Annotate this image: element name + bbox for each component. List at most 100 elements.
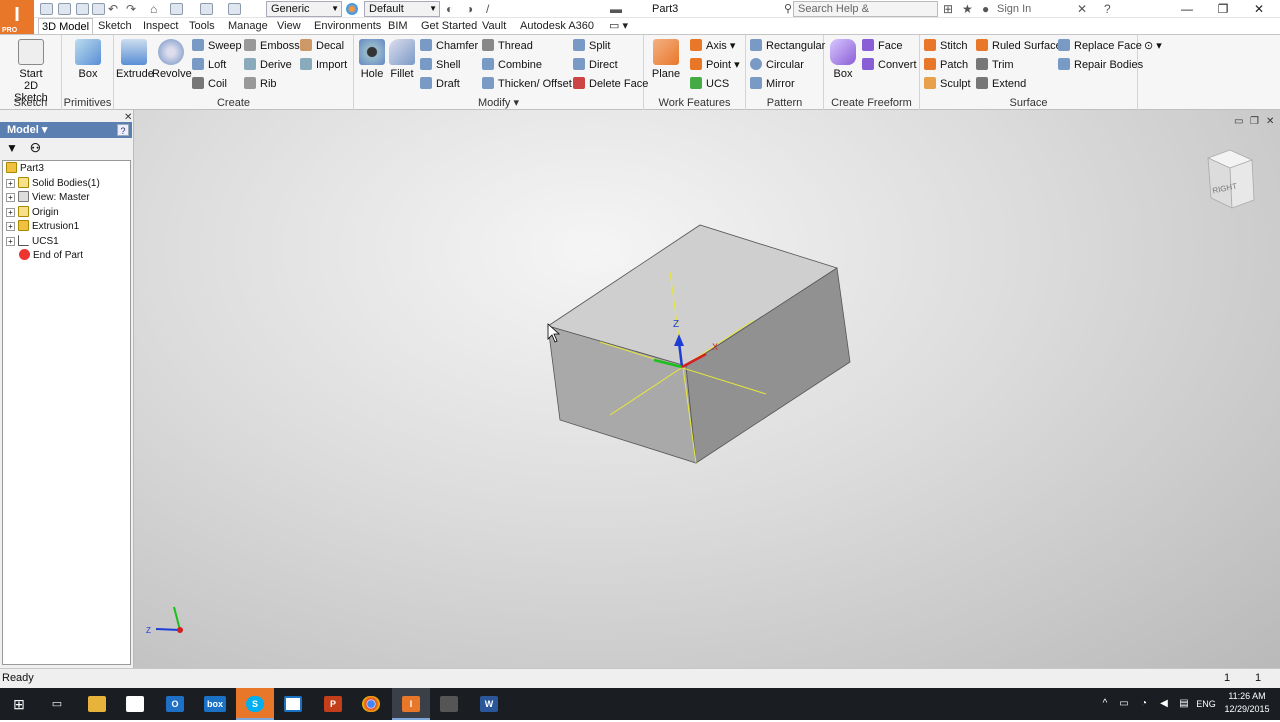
- expand-icon[interactable]: +: [6, 237, 15, 246]
- start-2d-sketch-button[interactable]: Start 2D Sketch: [8, 39, 54, 104]
- application-menu-button[interactable]: I PRO: [0, 0, 34, 36]
- shell-button[interactable]: Shell: [420, 56, 460, 74]
- tree-node-part[interactable]: Part3: [6, 162, 44, 176]
- convert-button[interactable]: Convert: [862, 56, 917, 74]
- start-button[interactable]: ⊞: [0, 688, 38, 720]
- tab-3d-model[interactable]: 3D Model: [38, 18, 94, 34]
- tree-node-extrusion[interactable]: + Extrusion1: [6, 220, 79, 234]
- select-icon[interactable]: [200, 3, 213, 15]
- ribbon-expand-icon[interactable]: ⊙ ▾: [1144, 37, 1162, 55]
- ribbon-options-icon[interactable]: ▭ ▾: [606, 18, 631, 34]
- taskbar-word[interactable]: W: [470, 688, 508, 720]
- expand-icon[interactable]: +: [6, 222, 15, 231]
- undo-icon[interactable]: ↶: [108, 2, 118, 16]
- tree-node-ucs[interactable]: + UCS1: [6, 235, 59, 249]
- combine-button[interactable]: Combine: [482, 56, 542, 74]
- properties-icon[interactable]: [170, 3, 183, 15]
- sweep-button[interactable]: Sweep: [192, 37, 242, 55]
- taskbar-window[interactable]: [274, 688, 312, 720]
- derive-button[interactable]: Derive: [244, 56, 292, 74]
- find-icon[interactable]: ⚇: [30, 141, 41, 155]
- taskbar-powerpoint[interactable]: P: [314, 688, 352, 720]
- browser-header[interactable]: Model ▾: [0, 122, 132, 138]
- tree-node-origin[interactable]: + Origin: [6, 206, 59, 220]
- home-icon[interactable]: ⌂: [150, 2, 157, 16]
- search-input[interactable]: Search Help & Commands...: [793, 1, 938, 29]
- tree-node-solid-bodies[interactable]: + Solid Bodies(1): [6, 177, 100, 191]
- battery-icon[interactable]: ▭: [1114, 688, 1134, 720]
- tab-manage[interactable]: Manage: [225, 18, 271, 34]
- tab-get-started[interactable]: Get Started: [418, 18, 480, 34]
- stitch-button[interactable]: Stitch: [924, 37, 968, 55]
- replace-face-button[interactable]: Replace Face: [1058, 37, 1142, 55]
- taskbar-inventor[interactable]: I: [392, 688, 430, 720]
- taskbar-store[interactable]: [116, 688, 154, 720]
- return-icon[interactable]: [92, 3, 105, 15]
- new-file-icon[interactable]: [40, 3, 53, 15]
- decal-button[interactable]: Decal: [300, 37, 344, 55]
- tab-inspect[interactable]: Inspect: [140, 18, 181, 34]
- expand-icon[interactable]: +: [6, 193, 15, 202]
- box-button[interactable]: Box: [72, 39, 104, 80]
- hole-button[interactable]: Hole: [357, 39, 387, 80]
- draft-button[interactable]: Draft: [420, 75, 460, 93]
- taskbar-app[interactable]: [430, 688, 468, 720]
- volume-icon[interactable]: ◀: [1154, 688, 1174, 720]
- task-view-button[interactable]: ▭: [38, 688, 76, 720]
- direct-button[interactable]: Direct: [573, 56, 618, 74]
- thread-button[interactable]: Thread: [482, 37, 533, 55]
- rib-button[interactable]: Rib: [244, 75, 277, 93]
- update-icon[interactable]: [228, 3, 241, 15]
- redo-icon[interactable]: ↷: [126, 2, 136, 16]
- user-icon[interactable]: ●: [982, 2, 989, 16]
- taskbar-clock[interactable]: 11:26 AM 12/29/2015: [1222, 690, 1272, 716]
- binoculars-icon[interactable]: ⊞: [943, 2, 953, 16]
- ucs-button[interactable]: UCS: [690, 75, 729, 93]
- measure-icon[interactable]: /: [486, 2, 489, 16]
- loft-button[interactable]: Loft: [192, 56, 226, 74]
- language-indicator[interactable]: ENG: [1194, 688, 1218, 720]
- taskbar-skype[interactable]: S: [236, 688, 274, 720]
- tab-sketch[interactable]: Sketch: [95, 18, 135, 34]
- delete-face-button[interactable]: Delete Face: [573, 75, 648, 93]
- thicken-offset-button[interactable]: Thicken/ Offset: [482, 75, 572, 93]
- customize-toolbar-icon[interactable]: ▬: [610, 2, 622, 16]
- taskbar-box[interactable]: box: [196, 688, 234, 720]
- clear-appearance-icon[interactable]: ◐: [446, 2, 453, 16]
- extrude-button[interactable]: Extrude: [116, 39, 154, 80]
- close-button[interactable]: ✕: [1244, 0, 1274, 18]
- ruled-surface-button[interactable]: Ruled Surface: [976, 37, 1062, 55]
- save-icon[interactable]: [76, 3, 89, 15]
- sculpt-button[interactable]: Sculpt: [924, 75, 971, 93]
- graphics-viewport[interactable]: Z X RIGHT ▭ ❐ ✕ Z: [134, 110, 1280, 668]
- circular-pattern-button[interactable]: Circular: [750, 56, 804, 74]
- freeform-face-button[interactable]: Face: [862, 37, 902, 55]
- patch-button[interactable]: Patch: [924, 56, 968, 74]
- model-canvas[interactable]: Z X RIGHT ▭ ❐ ✕ Z: [134, 110, 1280, 668]
- search-icon[interactable]: ⚲: [784, 2, 792, 15]
- expand-icon[interactable]: +: [6, 179, 15, 188]
- appearance-combo[interactable]: Default ▼: [364, 1, 440, 17]
- exchange-apps-icon[interactable]: ✕: [1077, 2, 1087, 16]
- viewport-close-icon[interactable]: ✕: [1266, 116, 1274, 127]
- panel-label[interactable]: Modify ▾: [354, 96, 643, 110]
- tree-node-end-of-part[interactable]: End of Part: [19, 249, 83, 263]
- plane-button[interactable]: Plane: [648, 39, 684, 80]
- trim-button[interactable]: Trim: [976, 56, 1014, 74]
- viewport-minimize-icon[interactable]: ▭: [1234, 116, 1243, 127]
- fillet-button[interactable]: Fillet: [387, 39, 417, 80]
- extend-button[interactable]: Extend: [976, 75, 1026, 93]
- network-icon[interactable]: ◔: [1134, 688, 1154, 720]
- taskbar-outlook[interactable]: O: [156, 688, 194, 720]
- expand-icon[interactable]: +: [6, 208, 15, 217]
- tab-view[interactable]: View: [274, 18, 304, 34]
- tab-vault[interactable]: Vault: [479, 18, 509, 34]
- adjust-icon[interactable]: ◑: [466, 2, 473, 16]
- split-button[interactable]: Split: [573, 37, 610, 55]
- help-icon[interactable]: ?: [1104, 2, 1111, 16]
- restore-button[interactable]: ❐: [1208, 0, 1238, 18]
- tree-node-view[interactable]: + View: Master: [6, 191, 90, 205]
- mirror-button[interactable]: Mirror: [750, 75, 795, 93]
- taskbar-chrome[interactable]: [352, 688, 390, 720]
- chamfer-button[interactable]: Chamfer: [420, 37, 478, 55]
